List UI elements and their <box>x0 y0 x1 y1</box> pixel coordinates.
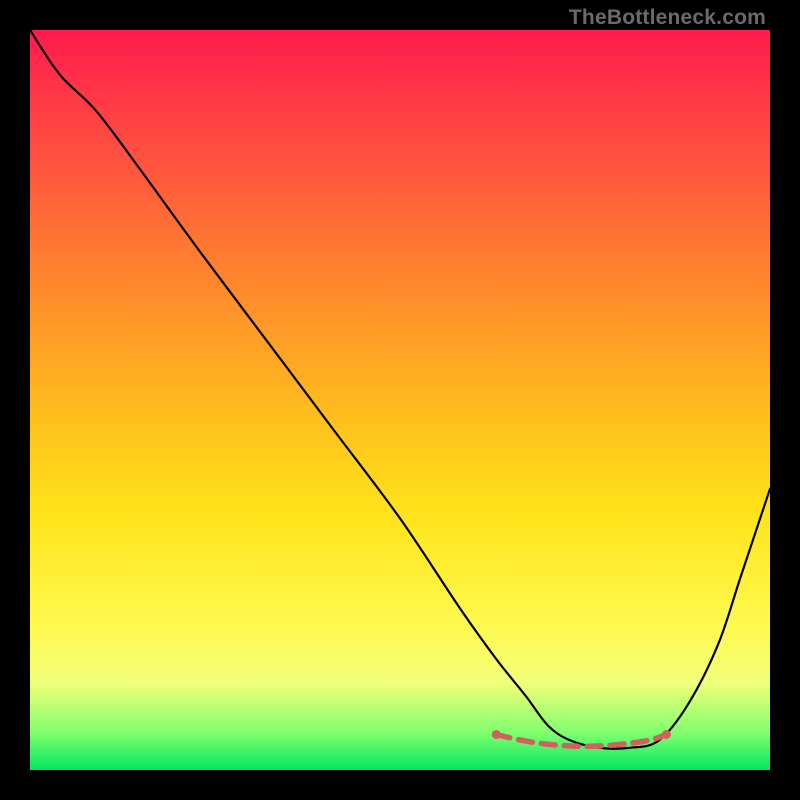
chart-svg <box>30 30 770 770</box>
bottleneck-curve <box>30 30 770 749</box>
watermark-text: TheBottleneck.com <box>569 6 766 30</box>
plot-area <box>30 30 770 770</box>
marker-endpoint <box>662 730 671 739</box>
chart-frame: TheBottleneck.com <box>0 0 800 800</box>
marker-endpoint <box>492 730 501 739</box>
